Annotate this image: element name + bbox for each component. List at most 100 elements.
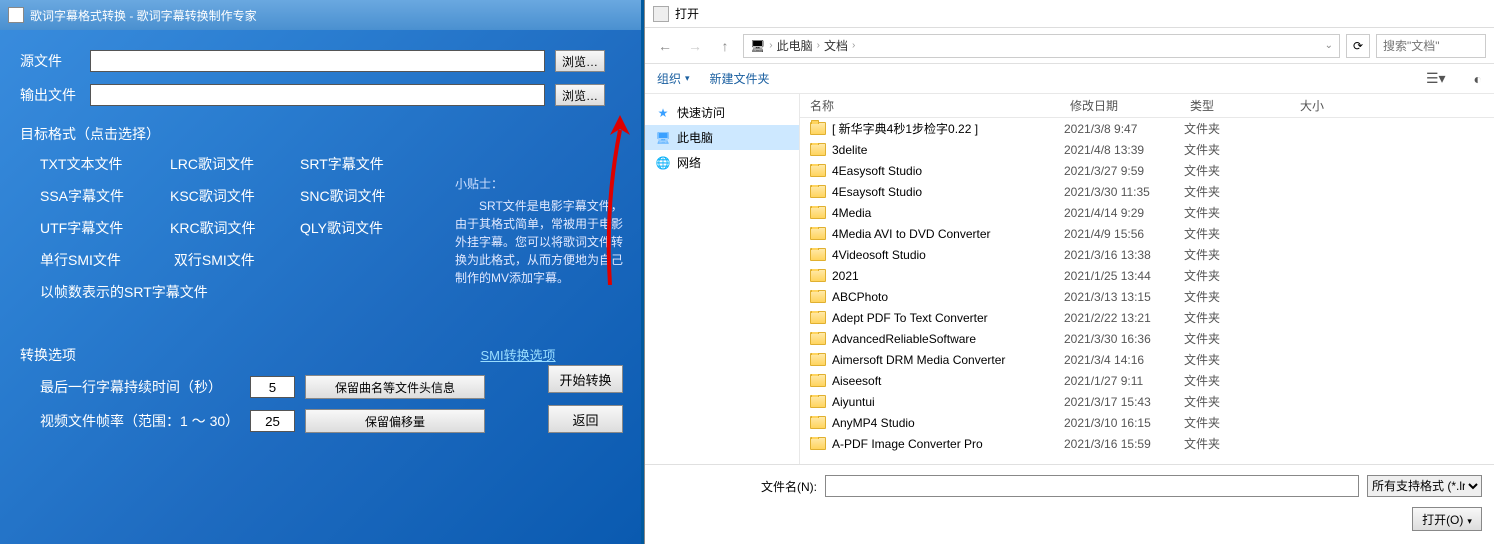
file-row[interactable]: Aiseesoft2021/1/27 9:11文件夹 <box>800 370 1494 391</box>
help-button[interactable]: ◐ <box>1474 71 1482 87</box>
file-name: AnyMP4 Studio <box>832 416 915 430</box>
keep-offset-button[interactable]: 保留偏移量 <box>305 409 485 433</box>
format-lrc[interactable]: LRC歌词文件 <box>170 154 300 174</box>
sidebar-item[interactable]: ★快速访问 <box>645 100 799 125</box>
new-folder-button[interactable]: 新建文件夹 <box>710 70 770 87</box>
file-row[interactable]: Adept PDF To Text Converter2021/2/22 13:… <box>800 307 1494 328</box>
keep-header-button[interactable]: 保留曲名等文件头信息 <box>305 375 485 399</box>
file-name: ABCPhoto <box>832 290 888 304</box>
start-convert-button[interactable]: 开始转换 <box>548 365 623 393</box>
breadcrumb-documents[interactable]: 文档 <box>824 37 848 54</box>
nav-back-button[interactable]: ← <box>653 34 677 58</box>
view-options-button[interactable]: ☰▾ <box>1426 70 1446 87</box>
folder-icon <box>810 185 826 198</box>
file-row[interactable]: 4Easysoft Studio2021/3/27 9:59文件夹 <box>800 160 1494 181</box>
file-row[interactable]: 4Media2021/4/14 9:29文件夹 <box>800 202 1494 223</box>
folder-icon <box>810 353 826 366</box>
file-date: 2021/3/30 16:36 <box>1064 332 1184 346</box>
file-list[interactable]: [ 新华字典4秒1步检字0.22 ]2021/3/8 9:47文件夹3delit… <box>800 118 1494 464</box>
file-row[interactable]: [ 新华字典4秒1步检字0.22 ]2021/3/8 9:47文件夹 <box>800 118 1494 139</box>
format-txt[interactable]: TXT文本文件 <box>40 154 170 174</box>
file-date: 2021/3/17 15:43 <box>1064 395 1184 409</box>
file-date: 2021/3/30 11:35 <box>1064 185 1184 199</box>
file-filter-select[interactable]: 所有支持格式 (*.lrc, <box>1367 475 1482 497</box>
file-date: 2021/1/27 9:11 <box>1064 374 1184 388</box>
file-row[interactable]: ABCPhoto 2021/3/13 13:15文件夹 <box>800 286 1494 307</box>
format-ksc[interactable]: KSC歌词文件 <box>170 186 300 206</box>
file-row[interactable]: 4Media AVI to DVD Converter2021/4/9 15:5… <box>800 223 1494 244</box>
fps-label: 视频文件帧率（范围：1 ～ 30） <box>40 411 250 431</box>
file-type: 文件夹 <box>1184 393 1294 410</box>
search-input[interactable] <box>1376 34 1486 58</box>
file-type: 文件夹 <box>1184 309 1294 326</box>
chevron-down-icon[interactable]: ⌄ <box>1325 40 1333 51</box>
file-row[interactable]: AnyMP4 Studio2021/3/10 16:15文件夹 <box>800 412 1494 433</box>
folder-icon <box>810 437 826 450</box>
smi-options-link[interactable]: SMI转换选项 <box>480 345 555 364</box>
breadcrumb-pc[interactable]: 此电脑 <box>777 37 813 54</box>
file-name: A-PDF Image Converter Pro <box>832 437 983 451</box>
folder-icon <box>810 164 826 177</box>
file-row[interactable]: Aimersoft DRM Media Converter2021/3/4 14… <box>800 349 1494 370</box>
back-button[interactable]: 返回 <box>548 405 623 433</box>
format-krc[interactable]: KRC歌词文件 <box>170 218 300 238</box>
open-button[interactable]: 打开(O)▾ <box>1412 507 1482 531</box>
tips-panel: 小贴士： SRT文件是电影字幕文件，由于其格式简单，常被用于电影外挂字幕。您可以… <box>455 175 630 287</box>
file-type: 文件夹 <box>1184 120 1294 137</box>
column-headers: 名称 修改日期 类型 大小 <box>800 94 1494 118</box>
file-type: 文件夹 <box>1184 288 1294 305</box>
format-srt-frames[interactable]: 以帧数表示的SRT字幕文件 <box>40 284 208 300</box>
dialog-icon <box>653 6 669 22</box>
file-name: 4Esaysoft Studio <box>832 185 922 199</box>
file-date: 2021/2/22 13:21 <box>1064 311 1184 325</box>
source-browse-button[interactable]: 浏览… <box>555 50 605 72</box>
nav-forward-button[interactable]: → <box>683 34 707 58</box>
sidebar: ★快速访问🖥此电脑🌐网络 <box>645 94 800 464</box>
sidebar-label: 快速访问 <box>677 104 725 121</box>
last-line-duration-input[interactable] <box>250 376 295 398</box>
file-name: 4Media <box>832 206 871 220</box>
folder-icon <box>810 311 826 324</box>
format-qly[interactable]: QLY歌词文件 <box>300 218 430 238</box>
format-snc[interactable]: SNC歌词文件 <box>300 186 430 206</box>
output-file-input[interactable] <box>90 84 545 106</box>
file-type: 文件夹 <box>1184 183 1294 200</box>
output-browse-button[interactable]: 浏览… <box>555 84 605 106</box>
filename-input[interactable] <box>825 475 1359 497</box>
file-type: 文件夹 <box>1184 435 1294 452</box>
col-date[interactable]: 修改日期 <box>1070 97 1190 114</box>
converter-app-window: 歌词字幕格式转换 - 歌词字幕转换制作专家 源文件 浏览… 输出文件 浏览… 目… <box>0 0 641 544</box>
organize-button[interactable]: 组织 ▾ <box>657 70 690 87</box>
sidebar-item[interactable]: 🖥此电脑 <box>645 125 799 150</box>
col-name[interactable]: 名称 <box>810 97 1070 114</box>
nav-up-button[interactable]: ↑ <box>713 34 737 58</box>
fps-input[interactable] <box>250 410 295 432</box>
refresh-button[interactable]: ⟳ <box>1346 34 1370 58</box>
file-row[interactable]: 3delite2021/4/8 13:39文件夹 <box>800 139 1494 160</box>
address-bar[interactable]: 🖥 › 此电脑 › 文档 › ⌄ <box>743 34 1340 58</box>
col-type[interactable]: 类型 <box>1190 97 1300 114</box>
format-smi-single[interactable]: 单行SMI文件 <box>40 250 170 270</box>
file-date: 2021/4/9 15:56 <box>1064 227 1184 241</box>
format-ssa[interactable]: SSA字幕文件 <box>40 186 170 206</box>
file-row[interactable]: Aiyuntui2021/3/17 15:43文件夹 <box>800 391 1494 412</box>
file-row[interactable]: 4Esaysoft Studio 2021/3/30 11:35文件夹 <box>800 181 1494 202</box>
app-title: 歌词字幕格式转换 - 歌词字幕转换制作专家 <box>30 7 257 24</box>
format-smi-double[interactable]: 双行SMI文件 <box>174 252 255 268</box>
folder-icon <box>810 269 826 282</box>
format-srt[interactable]: SRT字幕文件 <box>300 154 430 174</box>
file-date: 2021/3/16 15:59 <box>1064 437 1184 451</box>
file-row[interactable]: 4Videosoft Studio2021/3/16 13:38文件夹 <box>800 244 1494 265</box>
format-utf[interactable]: UTF字幕文件 <box>40 218 170 238</box>
col-size[interactable]: 大小 <box>1300 97 1380 114</box>
folder-icon <box>810 143 826 156</box>
file-row[interactable]: A-PDF Image Converter Pro 2021/3/16 15:59… <box>800 433 1494 454</box>
file-row[interactable]: AdvancedReliableSoftware2021/3/30 16:36文… <box>800 328 1494 349</box>
chevron-right-icon: › <box>852 40 855 51</box>
file-name: Aimersoft DRM Media Converter <box>832 353 1005 367</box>
sidebar-item[interactable]: 🌐网络 <box>645 150 799 175</box>
source-file-label: 源文件 <box>20 51 90 71</box>
file-date: 2021/3/13 13:15 <box>1064 290 1184 304</box>
source-file-input[interactable] <box>90 50 545 72</box>
file-row[interactable]: 20212021/1/25 13:44文件夹 <box>800 265 1494 286</box>
